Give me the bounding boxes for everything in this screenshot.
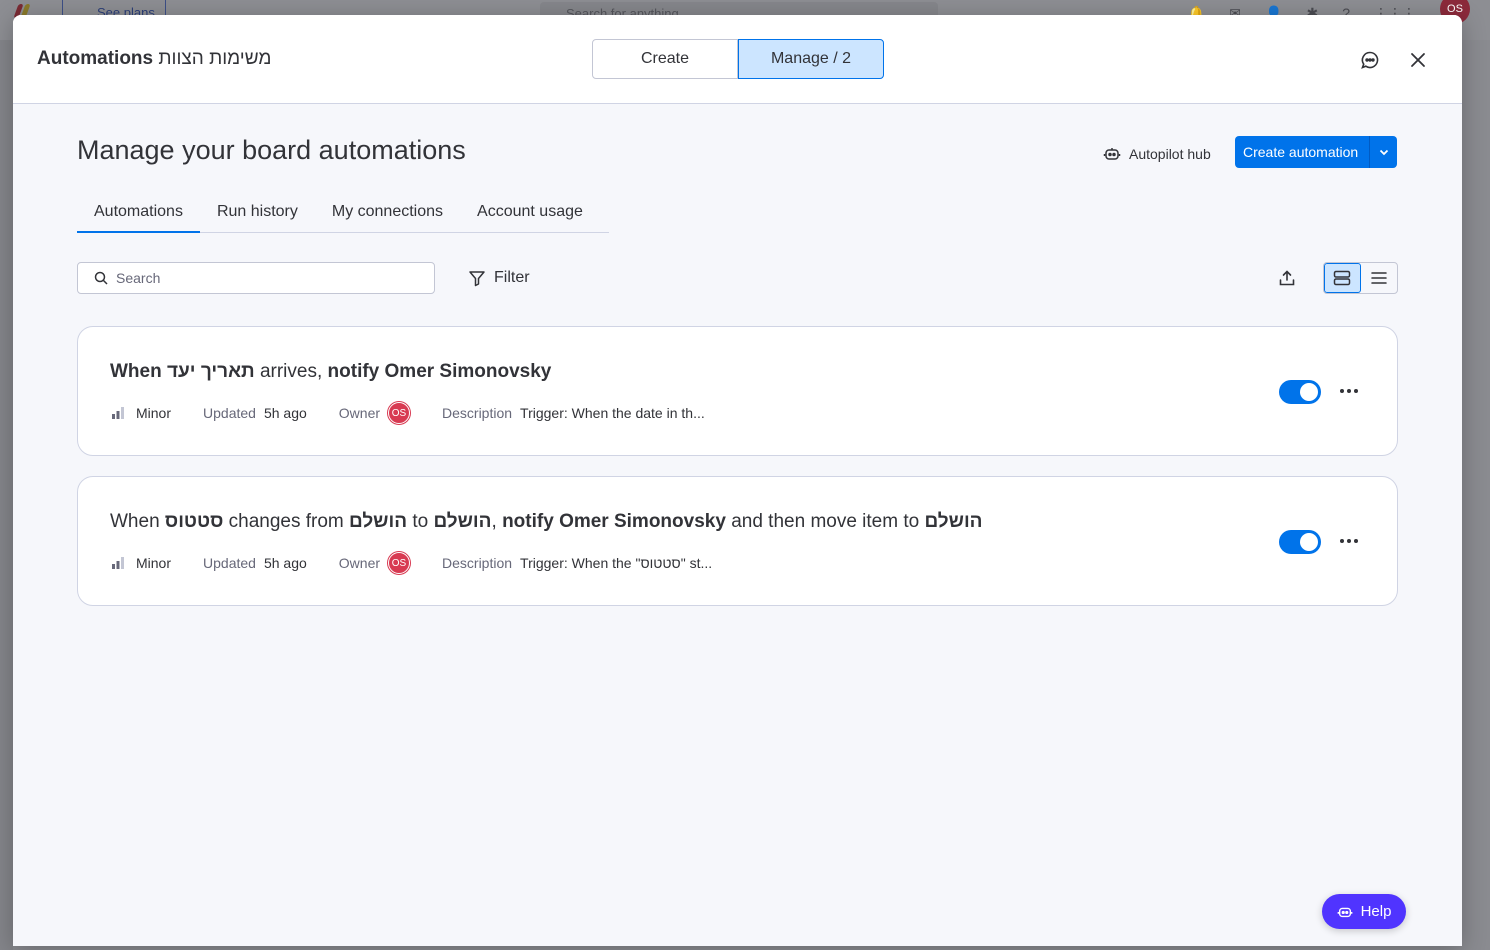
importance: Minor [110,555,171,571]
background-right-panel [1462,40,1490,950]
background-sidebar [0,40,13,950]
upload-icon [1279,270,1295,286]
owner: Owner OS [339,552,411,574]
close-icon[interactable] [1405,47,1431,73]
avatar[interactable]: OS [388,402,411,424]
view-toggle [1323,262,1398,294]
robot-icon [1103,148,1121,160]
tab-manage[interactable]: Manage / 2 [738,39,884,79]
modal-header: Automations משימות הצוות Create Manage /… [13,15,1462,104]
chevron-down-icon [1379,149,1388,156]
search-icon [94,271,108,285]
automation-meta: Minor Updated 5h ago Owner OS Descriptio… [110,551,744,575]
filter-label: Filter [494,269,530,286]
automations-modal: Automations משימות הצוות Create Manage /… [13,15,1462,946]
create-automation-dropdown[interactable] [1369,136,1397,168]
automation-card[interactable]: When סטטוס changes from הושלם to הושלם, … [77,476,1398,606]
filter-button[interactable]: Filter [468,266,530,290]
card-view-icon [1334,270,1351,286]
filter-icon [469,271,485,287]
more-options-icon[interactable] [1337,529,1361,553]
automation-title: When תאריך יעד arrives, notify Omer Simo… [110,361,552,382]
manage-tabs: Automations Run history My connections A… [77,199,609,233]
list-view-button[interactable] [1361,263,1397,293]
automation-title: When סטטוס changes from הושלם to הושלם, … [110,511,983,532]
search-input[interactable] [116,270,416,286]
create-automation-button[interactable]: Create automation [1235,136,1369,168]
autopilot-hub-button[interactable]: Autopilot hub [1103,142,1211,166]
tab-run-history[interactable]: Run history [200,199,315,233]
automation-toggle[interactable] [1279,530,1321,554]
search-box [77,262,435,294]
signal-bars-icon [112,557,124,569]
importance: Minor [110,405,171,421]
board-name: משימות הצוות [158,48,272,69]
create-automation-split-button: Create automation [1235,136,1397,168]
tab-account-usage[interactable]: Account usage [460,199,600,233]
export-button[interactable] [1271,264,1303,292]
robot-icon [1337,907,1352,917]
autopilot-hub-label: Autopilot hub [1129,146,1211,162]
automation-meta: Minor Updated 5h ago Owner OS Descriptio… [110,401,737,425]
tab-my-connections[interactable]: My connections [315,199,460,233]
automation-card[interactable]: When תאריך יעד arrives, notify Omer Simo… [77,326,1398,456]
updated: Updated 5h ago [203,405,307,421]
more-options-icon[interactable] [1337,379,1361,403]
avatar[interactable]: OS [388,552,411,574]
modal-title-label: Automations [37,48,154,69]
feedback-icon[interactable] [1357,47,1383,73]
mode-switch: Create Manage / 2 [592,39,884,79]
owner: Owner OS [339,402,411,424]
modal-title: Automations משימות הצוות [37,48,271,70]
tab-automations[interactable]: Automations [77,199,200,233]
page-title: Manage your board automations [77,135,466,165]
help-label: Help [1360,903,1392,920]
automation-toggle[interactable] [1279,380,1321,404]
description: Description Trigger: When the date in th… [442,405,705,421]
card-view-button[interactable] [1324,263,1361,293]
tab-create[interactable]: Create [592,39,738,79]
signal-bars-icon [112,407,124,419]
updated: Updated 5h ago [203,555,307,571]
help-button[interactable]: Help [1322,894,1406,929]
description: Description Trigger: When the "סטטוס" st… [442,555,713,571]
list-view-icon [1371,272,1387,284]
